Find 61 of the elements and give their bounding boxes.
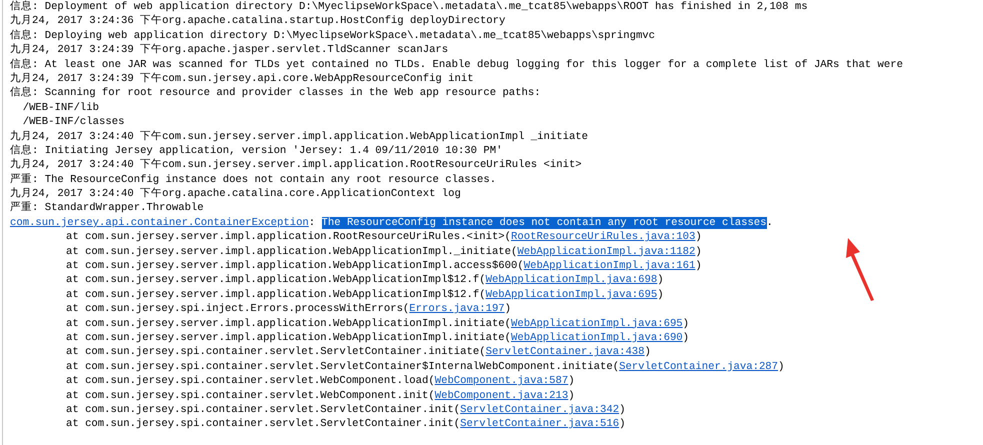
- source-link[interactable]: WebComponent.java:213: [434, 390, 568, 402]
- stack-frame: at com.sun.jersey.spi.container.servlet.ServletContainer.initiate(: [66, 346, 486, 358]
- stack-frame: at com.sun.jersey.server.impl.application.WebApplicationImpl.initiate(: [66, 318, 512, 330]
- paren-text: ): [682, 332, 690, 344]
- message-text: :: [308, 216, 316, 229]
- source-link[interactable]: ServletContainer.java:287: [619, 360, 778, 373]
- log-line: 信息: At least one JAR was scanned for TLDs yet contained no TLDs. Enable debug logging for this logger for a complete list of JARs that were: [10, 58, 903, 71]
- log-line: 信息: Initiating Jersey application, version 'Jersey: 1.4 09/11/2010 10:30 PM': [10, 144, 502, 157]
- source-link[interactable]: WebApplicationImpl.java:695: [511, 318, 683, 330]
- stack-frame: at com.sun.jersey.spi.container.servlet.WebComponent.init(: [66, 390, 435, 402]
- log-line: /WEB-INF/classes: [22, 116, 124, 128]
- paren-text: ): [657, 274, 664, 286]
- log-line: 信息: Deploying web application directory D:\MyeclipseWorkSpace\.metadata\.me_tcat85\webapps\springmvc: [10, 30, 656, 42]
- source-link[interactable]: WebComponent.java:587: [434, 375, 568, 388]
- source-link[interactable]: WebApplicationImpl.java:1182: [517, 246, 696, 258]
- log-line: 九月24, 2017 3:24:39 下午org.apache.jasper.servlet.TldScanner scanJars: [10, 44, 448, 56]
- paren-text: ): [695, 231, 702, 244]
- paren-text: ): [778, 360, 784, 373]
- stack-frame: at com.sun.jersey.server.impl.application.WebApplicationImpl$12.f(: [66, 288, 486, 301]
- paren-text: ): [682, 318, 690, 330]
- log-line: /WEB-INF/lib: [22, 102, 100, 114]
- stack-frame: at com.sun.jersey.server.impl.application.WebApplicationImpl.initiate(: [66, 332, 512, 344]
- source-link[interactable]: Errors.java:197: [409, 303, 505, 316]
- source-link[interactable]: WebApplicationImpl.java:698: [486, 274, 658, 286]
- stack-frame: at com.sun.jersey.spi.container.servlet.ServletContainer$InternalWebComponent.initiate(: [66, 360, 620, 373]
- stack-frame: at com.sun.jersey.spi.container.servlet.ServletContainer.init(: [66, 418, 460, 430]
- log-line: 信息: Deployment of web application directory D:\MyeclipseWorkSpace\.metadata\.me_tcat85\webapps\ROOT has finished in 2,108 ms: [10, 1, 808, 13]
- log-line: 九月24, 2017 3:24:40 下午com.sun.jersey.server.impl.application.RootResourceUriRules <init>: [10, 159, 582, 172]
- log-line: 严重: The ResourceConfig instance does not contain any root resource classes.: [10, 174, 496, 186]
- log-line: 九月24, 2017 3:24:36 下午org.apache.catalina.startup.HostConfig deployDirectory: [10, 15, 506, 28]
- source-link[interactable]: WebApplicationImpl.java:161: [524, 260, 696, 272]
- message-text: .: [766, 216, 773, 229]
- source-link[interactable]: WebApplicationImpl.java:695: [486, 288, 658, 301]
- stack-frame: at com.sun.jersey.server.impl.application.WebApplicationImpl._initiate(: [66, 246, 518, 258]
- stack-frame: at com.sun.jersey.spi.container.servlet.WebComponent.load(: [66, 375, 435, 388]
- stack-frame: at com.sun.jersey.spi.container.servlet.ServletContainer.init(: [66, 404, 460, 416]
- paren-text: ): [657, 288, 664, 301]
- source-link[interactable]: ServletContainer.java:438: [486, 346, 645, 358]
- stack-frame: at com.sun.jersey.server.impl.application.RootResourceUriRules.<init>(: [66, 231, 512, 244]
- exception-link[interactable]: com.sun.jersey.api.container.ContainerException: [10, 216, 309, 229]
- paren-text: ): [619, 404, 626, 416]
- source-link[interactable]: ServletContainer.java:516: [460, 418, 620, 430]
- log-line: 九月24, 2017 3:24:40 下午com.sun.jersey.server.impl.application.WebApplicationImpl _initiate: [10, 130, 588, 143]
- paren-text: ): [504, 303, 512, 316]
- log-line: 严重: StandardWrapper.Throwable: [10, 202, 204, 214]
- stack-frame: at com.sun.jersey.server.impl.application.WebApplicationImpl.access$600(: [66, 260, 524, 272]
- paren-text: ): [644, 346, 651, 358]
- paren-text: ): [568, 390, 575, 402]
- paren-text: ): [619, 418, 626, 430]
- source-link[interactable]: RootResourceUriRules.java:103: [511, 231, 696, 244]
- paren-text: ): [568, 375, 575, 388]
- log-line: 九月24, 2017 3:24:40 下午org.apache.catalina.core.ApplicationContext log: [10, 188, 461, 200]
- selected-text: The ResourceConfig instance does not contain any root resource classes: [322, 216, 767, 229]
- stack-frame: at com.sun.jersey.server.impl.application.WebApplicationImpl$12.f(: [66, 274, 486, 286]
- log-line: 九月24, 2017 3:24:39 下午com.sun.jersey.api.core.WebAppResourceConfig init: [10, 72, 474, 85]
- stack-frame: at com.sun.jersey.spi.inject.Errors.processWithErrors(: [66, 303, 410, 316]
- paren-text: ): [695, 246, 702, 258]
- source-link[interactable]: WebApplicationImpl.java:690: [511, 332, 683, 344]
- log-line: 信息: Scanning for root resource and provider classes in the Web app resource paths:: [10, 87, 541, 100]
- source-link[interactable]: ServletContainer.java:342: [460, 404, 620, 416]
- paren-text: ): [695, 260, 702, 272]
